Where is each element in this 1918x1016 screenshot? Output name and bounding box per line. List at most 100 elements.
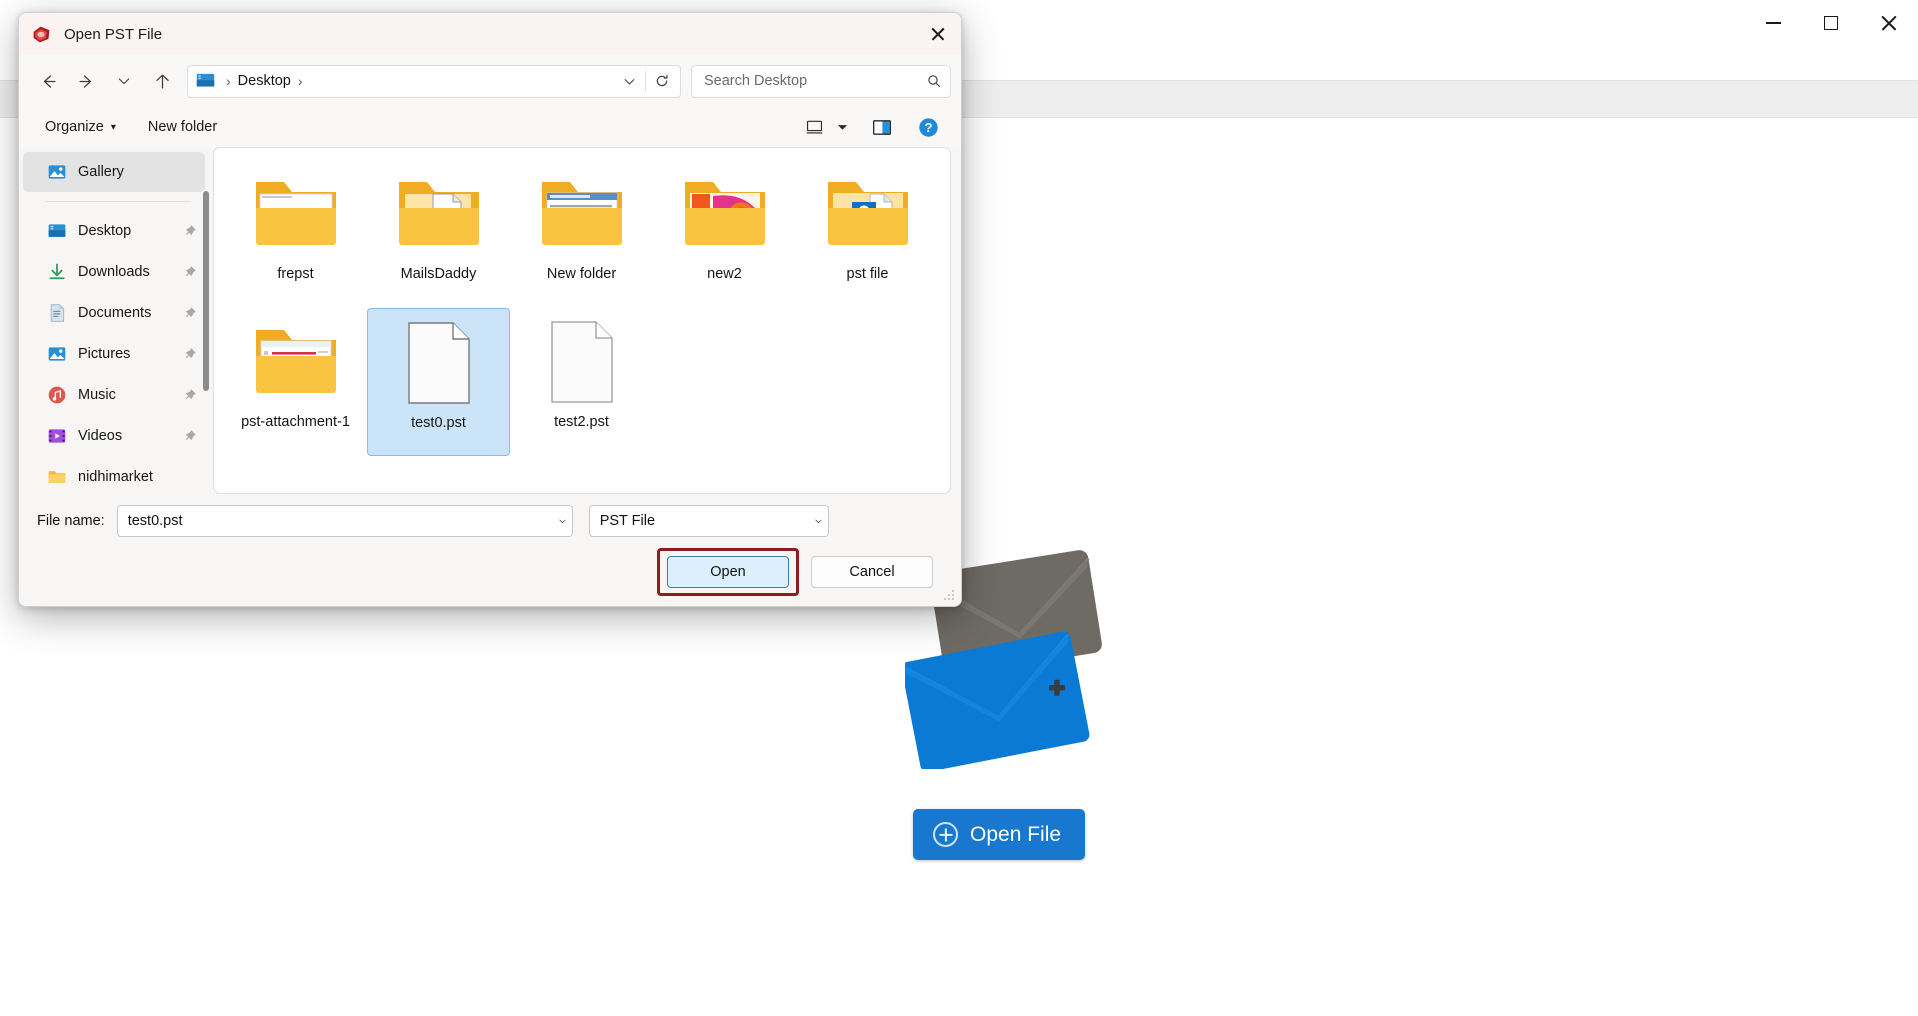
resize-grip-icon[interactable]	[944, 590, 956, 602]
sidebar-item-label: Downloads	[78, 264, 150, 280]
folder-icon	[255, 182, 336, 245]
up-one-level-button[interactable]	[143, 64, 181, 98]
tile-thumbnail	[818, 170, 918, 258]
file-tile-new-folder[interactable]: New folder	[510, 160, 653, 308]
file-tile-new2[interactable]: new2	[653, 160, 796, 308]
sidebar-item-desktop[interactable]: Desktop	[23, 211, 205, 251]
svg-text:?: ?	[924, 120, 932, 135]
pst-file-icon	[33, 26, 50, 42]
blank-document-icon	[550, 321, 613, 403]
open-button[interactable]: Open	[667, 556, 789, 588]
documents-icon	[50, 304, 65, 322]
plus-circle-icon	[933, 822, 958, 847]
filename-combobox[interactable]: test0.pst	[116, 505, 573, 537]
sidebar-item-pictures[interactable]: Pictures	[23, 334, 205, 374]
search-box[interactable]	[691, 64, 951, 98]
file-name: test0.pst	[411, 415, 466, 431]
search-icon	[928, 75, 940, 87]
window-maximize-button[interactable]	[1802, 0, 1860, 46]
file-name: pst file	[846, 266, 889, 282]
refresh-button[interactable]	[648, 68, 676, 95]
file-grid: frepst MailsDaddy New folder new2 pst fi…	[214, 148, 950, 468]
view-layout-icon	[806, 120, 822, 133]
tile-thumbnail	[246, 318, 346, 406]
sidebar-item-downloads[interactable]: Downloads	[23, 252, 205, 292]
breadcrumb-item-desktop[interactable]: Desktop	[238, 73, 291, 89]
desktop-icon	[196, 73, 215, 87]
chevron-down-icon	[118, 78, 130, 85]
open-button-highlight: Open	[657, 548, 799, 596]
sidebar-item-label: Pictures	[78, 346, 131, 362]
arrow-left-icon	[43, 74, 55, 88]
videos-icon	[48, 429, 66, 443]
pin-icon	[185, 225, 196, 236]
dialog-close-button[interactable]	[915, 13, 961, 55]
view-options-button[interactable]	[797, 112, 831, 142]
arrow-right-icon	[79, 74, 91, 88]
cancel-button[interactable]: Cancel	[811, 556, 933, 588]
window-close-button[interactable]	[1860, 0, 1918, 46]
dialog-navigation-bar: › Desktop ›	[19, 55, 961, 107]
breadcrumb-separator-root: ›	[226, 73, 231, 89]
help-icon: ?	[918, 117, 938, 137]
sidebar-item-label: Desktop	[78, 223, 132, 239]
window-minimize-button[interactable]	[1744, 0, 1802, 46]
chevron-down-icon	[815, 519, 822, 523]
maximize-icon	[1824, 16, 1838, 30]
sidebar-item-music[interactable]: Music	[23, 375, 205, 415]
preview-pane-button[interactable]	[865, 112, 899, 142]
folder-icon	[827, 182, 908, 245]
search-input[interactable]	[704, 73, 926, 89]
filetype-combobox[interactable]: PST File	[588, 505, 829, 537]
sidebar-scrollbar-thumb[interactable]	[203, 191, 209, 391]
file-tile-mailsdaddy[interactable]: MailsDaddy	[367, 160, 510, 308]
tile-thumbnail	[532, 318, 632, 406]
file-tile-frepst[interactable]: frepst	[224, 160, 367, 308]
blank-document-icon	[407, 322, 470, 404]
minimize-icon	[1765, 22, 1781, 24]
close-icon	[930, 26, 946, 42]
view-dropdown-button[interactable]	[831, 112, 853, 142]
file-tile-pst-file[interactable]: pst file	[796, 160, 939, 308]
file-name: New folder	[546, 266, 617, 282]
folder-icon	[48, 471, 66, 483]
file-tile-test0-pst[interactable]: test0.pst	[367, 308, 510, 456]
back-button[interactable]	[29, 64, 67, 98]
file-name: new2	[707, 266, 742, 282]
sidebar-item-videos[interactable]: Videos	[23, 416, 205, 456]
open-file-button[interactable]: Open File	[913, 809, 1086, 860]
chevron-down-icon	[624, 78, 634, 84]
pin-icon	[185, 266, 196, 277]
new-folder-button[interactable]: New folder	[138, 113, 227, 141]
pin-icon	[185, 389, 196, 400]
refresh-icon	[656, 74, 668, 87]
navigation-sidebar: Gallery Desktop Downloads Documents Pict…	[19, 147, 213, 496]
address-bar[interactable]: › Desktop ›	[187, 64, 681, 98]
sidebar-item-documents[interactable]: Documents	[23, 293, 205, 333]
command-bar: Organize ▾ New folder ?	[19, 107, 961, 147]
file-name: MailsDaddy	[400, 266, 477, 282]
file-list-pane: frepst MailsDaddy New folder new2 pst fi…	[213, 147, 951, 494]
forward-button[interactable]	[67, 64, 105, 98]
application-window: Open File Open PST File › Desktop › Sear…	[0, 0, 1918, 1016]
pin-icon	[185, 348, 196, 359]
tile-thumbnail	[389, 170, 489, 258]
dialog-footer: File name: test0.pst PST File Open Cance…	[19, 496, 961, 606]
address-dropdown-button[interactable]	[615, 68, 643, 95]
sidebar-item-nidhimarket[interactable]: nidhimarket	[23, 457, 205, 496]
file-tile-test2-pst[interactable]: test2.pst	[510, 308, 653, 456]
chevron-down-icon	[837, 125, 847, 130]
tile-thumbnail	[246, 170, 346, 258]
recent-locations-button[interactable]	[105, 64, 143, 98]
sidebar-item-label: Documents	[78, 305, 152, 321]
arrow-up-icon	[155, 74, 169, 88]
sidebar-item-gallery[interactable]: Gallery	[23, 152, 205, 192]
downloads-icon	[49, 263, 65, 280]
file-name: frepst	[277, 266, 314, 282]
tile-thumbnail	[389, 319, 489, 407]
sidebar-item-label: nidhimarket	[78, 469, 153, 485]
help-button[interactable]: ?	[911, 112, 945, 142]
file-tile-pst-attachment-1[interactable]: pst-attachment-1	[224, 308, 367, 456]
address-divider	[645, 71, 646, 91]
organize-button[interactable]: Organize ▾	[35, 113, 126, 141]
